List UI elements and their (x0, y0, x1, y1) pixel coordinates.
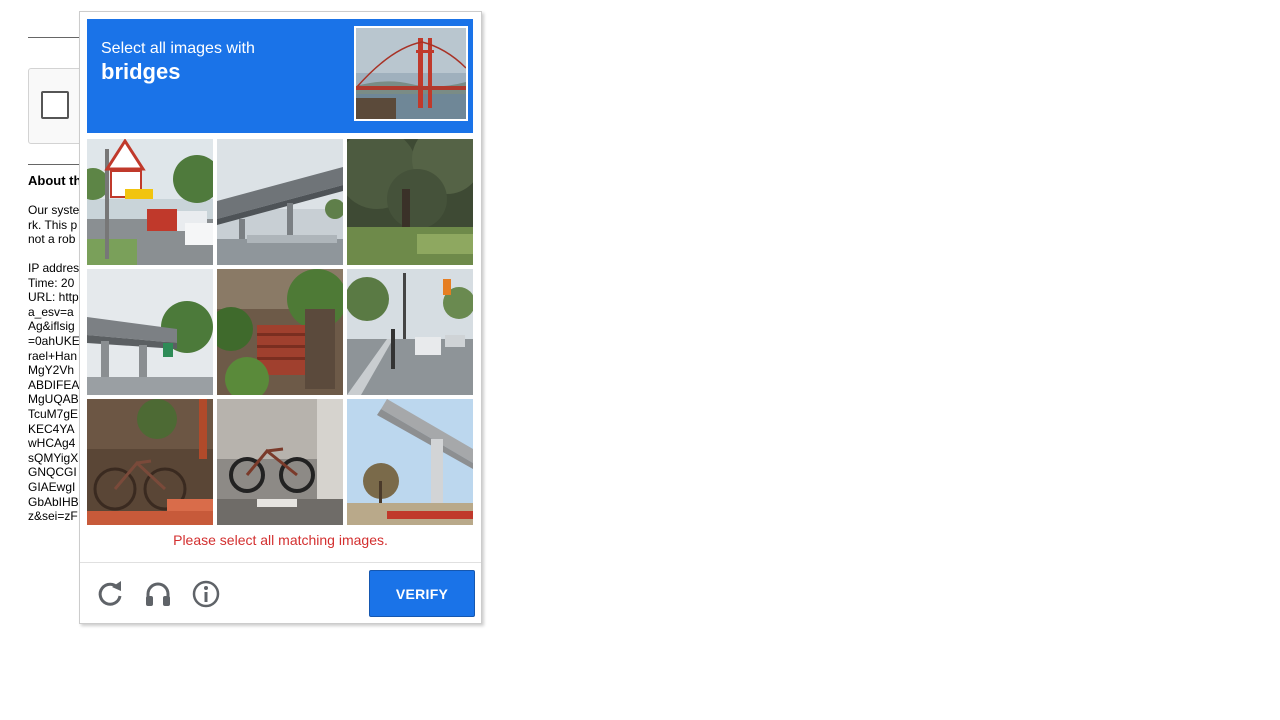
image-tile[interactable] (87, 399, 213, 525)
info-icon[interactable] (190, 578, 222, 610)
captcha-challenge-popup: Select all images with bridges Please se… (79, 11, 482, 624)
image-grid (87, 139, 473, 525)
sample-bridge-image (354, 26, 468, 121)
image-tile[interactable] (347, 139, 473, 265)
instruction-target: bridges (101, 59, 181, 84)
challenge-header: Select all images with bridges (87, 19, 473, 133)
image-tile[interactable] (87, 269, 213, 395)
recaptcha-checkbox[interactable] (41, 91, 69, 119)
verify-button[interactable]: VERIFY (369, 570, 475, 617)
image-tile[interactable] (347, 269, 473, 395)
image-tile[interactable] (217, 139, 343, 265)
instruction-text: Select all images with (101, 40, 255, 57)
image-tile[interactable] (87, 139, 213, 265)
reload-icon[interactable] (94, 578, 126, 610)
image-tile[interactable] (217, 269, 343, 395)
headphones-icon[interactable] (142, 578, 174, 610)
image-tile[interactable] (347, 399, 473, 525)
footer-divider (80, 562, 481, 563)
image-tile[interactable] (217, 399, 343, 525)
error-message: Please select all matching images. (173, 532, 388, 548)
